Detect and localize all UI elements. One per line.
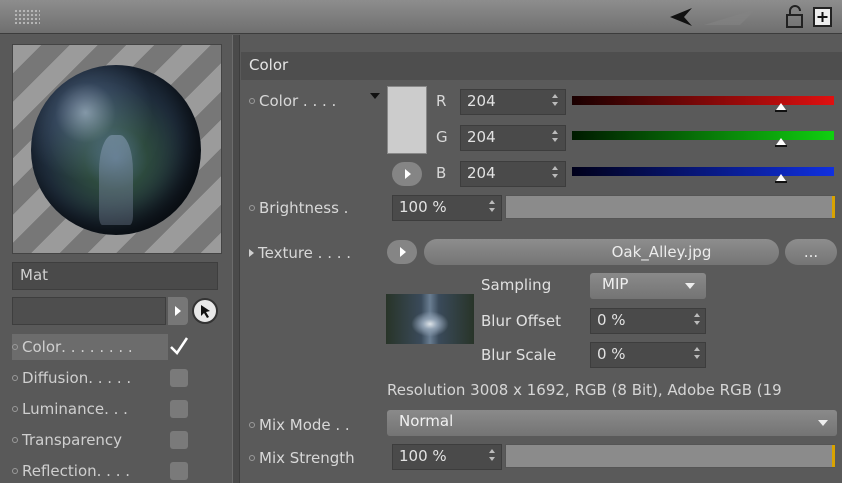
r-input[interactable]: 204 [460,89,566,115]
channel-search-input[interactable] [12,297,166,325]
channel-checkbox-transparency[interactable] [170,431,188,449]
blur-scale-label: Blur Scale [481,346,557,364]
channel-label: Color [22,338,62,356]
channel-checkbox-luminance[interactable] [170,400,188,418]
channel-label: Diffusion [22,369,89,387]
preview-sphere [31,65,201,235]
title-bar [0,0,842,34]
picker-icon[interactable] [192,298,218,324]
texture-file-button[interactable]: Oak_Alley.jpg [424,239,779,265]
grip-icon[interactable] [14,9,40,25]
brightness-slider[interactable] [505,195,835,219]
forward-arrow-icon[interactable] [700,5,760,29]
lock-icon[interactable] [784,5,806,29]
channel-dots: . . . [104,400,128,418]
mix-strength-slider[interactable] [505,444,835,468]
channel-checkbox-diffusion[interactable] [170,369,188,387]
r-slider[interactable] [572,96,834,105]
brightness-label-text: Brightness . [259,199,349,217]
param-dot-icon[interactable] [249,98,255,104]
param-dot-icon[interactable] [249,205,255,211]
channel-dot-icon [12,375,18,381]
mix-strength-label-text: Mix Strength [259,449,355,467]
g-spinner-icon[interactable] [552,130,558,144]
channel-dots: . . . . [96,462,131,480]
brightness-param-label: Brightness . [249,195,348,221]
channel-dots: . . . . . . . . [61,338,133,356]
b-input[interactable]: 204 [460,161,566,187]
texture-label-text: Texture . . . . [258,244,352,262]
sampling-label: Sampling [481,276,552,294]
section-header: Color [241,52,842,80]
mix-strength-param-label: Mix Strength [249,445,355,471]
g-slider[interactable] [572,131,834,140]
channel-dots: . . . . . [88,369,132,387]
g-slider-knob[interactable] [775,138,787,147]
sampling-value: MIP [602,275,629,293]
param-dot-icon[interactable] [249,455,255,461]
channel-label: Reflection [22,462,97,480]
mix-strength-input[interactable]: 100 % [392,444,502,470]
search-arrow-button[interactable] [168,297,188,325]
texture-param-label: Texture . . . . [249,240,351,266]
r-slider-knob[interactable] [775,103,787,112]
mix-strength-spinner-icon[interactable] [489,449,495,463]
mix-mode-value: Normal [399,412,454,430]
g-input[interactable]: 204 [460,125,566,151]
texture-resolution-info: Resolution 3008 x 1692, RGB (8 Bit), Ado… [387,381,782,399]
back-arrow-icon[interactable] [668,5,696,29]
color-picker-arrow-button[interactable] [392,162,422,186]
param-dot-icon[interactable] [249,422,255,428]
chevron-down-icon[interactable] [818,420,828,426]
checkmark-icon[interactable] [168,335,190,357]
material-name-field[interactable]: Mat [12,262,218,290]
blur-scale-spinner-icon[interactable] [694,347,700,361]
channel-checkbox-reflection[interactable] [170,462,188,480]
r-label: R [436,92,447,110]
b-spinner-icon[interactable] [552,166,558,180]
blur-offset-label: Blur Offset [481,312,561,330]
color-label-text: Color . . . . [259,92,337,110]
blur-offset-spinner-icon[interactable] [694,313,700,327]
r-spinner-icon[interactable] [552,94,558,108]
channel-reflection[interactable]: Reflection . . . . [12,458,192,483]
texture-file-name: Oak_Alley.jpg [611,243,712,261]
panel-divider[interactable] [232,35,240,483]
slider-end-marker [832,196,835,218]
expand-triangle-icon[interactable] [249,249,254,257]
blur-scale-input[interactable]: 0 % [590,342,706,368]
channel-color[interactable]: Color . . . . . . . . [12,334,168,360]
channel-label: Transparency [22,431,123,449]
texture-thumbnail[interactable] [386,294,474,344]
mix-mode-label-text: Mix Mode . . [259,416,350,434]
b-slider[interactable] [572,167,834,176]
channel-dot-icon [12,437,18,443]
b-slider-knob[interactable] [775,174,787,183]
material-preview[interactable] [12,44,222,254]
color-param-label: Color . . . . [249,88,336,114]
brightness-spinner-icon[interactable] [489,200,495,214]
sphere-path-highlight [99,135,133,225]
channel-luminance[interactable]: Luminance . . . [12,396,192,422]
chevron-down-icon[interactable] [685,283,695,289]
texture-browse-button[interactable]: ... [785,239,837,265]
mix-mode-param-label: Mix Mode . . [249,412,350,438]
g-label: G [436,128,448,146]
channel-dot-icon [12,344,18,350]
blur-offset-input[interactable]: 0 % [590,308,706,334]
new-window-icon[interactable] [812,5,834,29]
channel-label: Luminance [22,400,105,418]
slider-end-marker [832,445,835,467]
channel-dot-icon [12,406,18,412]
texture-menu-button[interactable] [387,240,417,264]
channel-dot-icon [12,468,18,474]
channel-transparency[interactable]: Transparency [12,427,192,453]
brightness-input[interactable]: 100 % [392,195,502,221]
color-swatch[interactable] [387,86,427,154]
channel-diffusion[interactable]: Diffusion . . . . . [12,365,192,391]
mix-mode-dropdown[interactable]: Normal [387,410,837,436]
b-label: B [436,164,447,182]
chevron-down-icon[interactable] [370,93,380,99]
